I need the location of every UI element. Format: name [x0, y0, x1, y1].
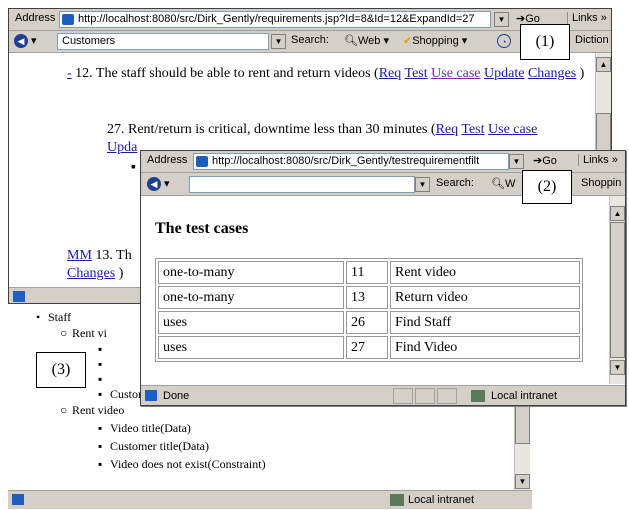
table-row: one-to-many 13 Return video — [158, 286, 580, 309]
window2-content: The test cases one-to-many 11 Rent video… — [141, 196, 609, 382]
tree-sub-item-video-not-exist: ▪ Video does not exist(Constraint) — [98, 457, 266, 471]
requirement-12: - 12. The staff should be able to rent a… — [67, 66, 585, 81]
table-cell-relation: uses — [158, 311, 344, 334]
search-companion-icon[interactable]: ◀ ▾ — [14, 34, 37, 49]
status-divider — [415, 388, 435, 404]
status-divider — [393, 388, 413, 404]
callout-3: (3) — [36, 352, 86, 388]
scroll-up-button[interactable]: ▲ — [596, 57, 611, 72]
go-button[interactable]: ➔Go — [533, 154, 557, 167]
use-case-link[interactable]: Use case — [431, 66, 480, 81]
window3-status-bar: Local intranet — [8, 490, 532, 509]
intranet-icon — [471, 390, 485, 402]
magnifier-icon: 🔍︎ — [491, 178, 505, 190]
table-cell-name: Find Video — [390, 336, 580, 359]
window2-status-bar: Done Local intranet — [141, 385, 625, 405]
page-icon — [196, 156, 208, 167]
zone-label: Local intranet — [408, 494, 475, 506]
table-cell-relation: one-to-many — [158, 286, 344, 309]
test-cases-table: one-to-many 11 Rent video one-to-many 13… — [155, 258, 583, 362]
table-cell-id: 27 — [346, 336, 388, 359]
zone-label: Local intranet — [491, 390, 558, 402]
checkmark-icon: ✔ — [403, 35, 413, 47]
test-link[interactable]: Test — [405, 66, 428, 81]
page-icon — [62, 14, 74, 25]
table-cell-id: 26 — [346, 311, 388, 334]
address-dropdown-button[interactable]: ▼ — [509, 154, 524, 169]
shopping-button[interactable]: Shoppin — [581, 177, 621, 189]
changes-link[interactable]: Changes — [528, 66, 576, 81]
web-search-button[interactable]: 🔍︎W — [491, 177, 515, 190]
requirement-27: 27. Rent/return is critical, downtime le… — [107, 122, 538, 137]
address-label: Address — [147, 154, 188, 166]
tree-sub-item-video-title: ▪ Video title(Data) — [98, 421, 191, 435]
table-cell-name: Find Staff — [390, 311, 580, 334]
req-link-27[interactable]: Req — [436, 122, 459, 137]
toggle-13[interactable]: MM — [67, 248, 92, 263]
scroll-down-button[interactable]: ▼ — [515, 474, 530, 489]
callout-1: (1) — [520, 24, 570, 60]
page-icon — [13, 291, 25, 302]
links-button[interactable]: Links » — [567, 12, 607, 24]
shopping-button[interactable]: ✔Shopping ▾ — [403, 34, 467, 47]
status-divider — [437, 388, 457, 404]
dictionary-button[interactable]: Diction — [575, 34, 609, 46]
table-row: uses 26 Find Staff — [158, 311, 580, 334]
status-text: Done — [163, 390, 190, 402]
table-cell-name: Rent video — [390, 261, 580, 284]
window2-scrollbar[interactable]: ▲ ▼ — [609, 196, 625, 384]
address-label: Address — [15, 12, 56, 24]
test-link-27[interactable]: Test — [461, 122, 484, 137]
table-row: uses 27 Find Video — [158, 336, 580, 359]
web-search-button[interactable]: 🔍︎Web ▾ — [344, 34, 389, 47]
scroll-up-button[interactable]: ▲ — [610, 206, 625, 221]
use-case-link-27[interactable]: Use case — [488, 122, 537, 137]
window2-scroll-thumb[interactable] — [610, 222, 625, 358]
intranet-icon — [390, 494, 404, 506]
update-link-27[interactable]: Upda — [107, 139, 137, 157]
update-link[interactable]: Update — [484, 66, 524, 81]
req-link[interactable]: Req — [379, 66, 402, 81]
table-row: one-to-many 11 Rent video — [158, 261, 580, 284]
changes-link-13[interactable]: Changes — [67, 266, 115, 281]
table-cell-id: 13 — [346, 286, 388, 309]
table-cell-relation: uses — [158, 336, 344, 359]
links-button[interactable]: Links » — [578, 154, 618, 166]
callout-2: (2) — [522, 170, 572, 204]
options-icon[interactable]: ◔ — [497, 34, 511, 48]
search-box-dropdown[interactable]: ▼ — [415, 177, 430, 192]
address-dropdown-button[interactable]: ▼ — [494, 12, 509, 27]
search-box[interactable] — [189, 176, 415, 193]
search-companion-icon[interactable]: ◀ ▾ — [147, 177, 170, 192]
tree-sub-item-customer-title: ▪ Customer title(Data) — [98, 439, 209, 453]
table-cell-relation: one-to-many — [158, 261, 344, 284]
page-heading: The test cases — [155, 220, 249, 237]
search-box[interactable]: Customers — [57, 33, 269, 50]
search-box-dropdown[interactable]: ▼ — [271, 34, 286, 49]
go-arrow-icon: ➔ — [533, 155, 543, 167]
page-icon — [12, 494, 24, 505]
scroll-down-button[interactable]: ▼ — [610, 360, 625, 375]
bullet: ▪ — [131, 160, 136, 175]
address-field[interactable]: http://localhost:8080/src/Dirk_Gently/re… — [59, 11, 491, 28]
page-icon — [145, 390, 157, 401]
search-label: Search: — [436, 177, 474, 189]
magnifier-icon: 🔍︎ — [344, 35, 358, 47]
table-cell-name: Return video — [390, 286, 580, 309]
address-field[interactable]: http://localhost:8080/src/Dirk_Gently/te… — [193, 153, 509, 170]
search-label: Search: — [291, 34, 329, 46]
table-cell-id: 11 — [346, 261, 388, 284]
